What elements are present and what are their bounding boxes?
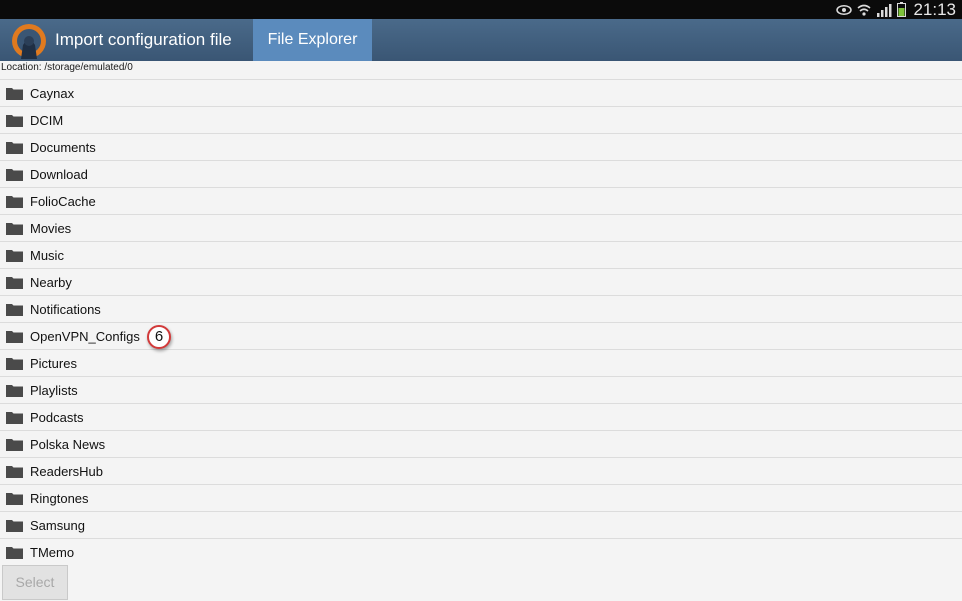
folder-item[interactable]: Music [0, 242, 962, 269]
status-bar: 21:13 [0, 0, 962, 19]
folder-icon [6, 168, 23, 181]
folder-icon [6, 249, 23, 262]
folder-name: Movies [30, 220, 72, 236]
folder-item[interactable]: Download [0, 161, 962, 188]
folder-name: Caynax [30, 85, 75, 101]
folder-name: Polska News [30, 436, 106, 452]
folder-item[interactable]: DCIM [0, 107, 962, 134]
select-button[interactable]: Select [2, 565, 68, 600]
folder-icon [6, 411, 23, 424]
folder-icon [6, 114, 23, 127]
folder-name: Notifications [30, 301, 101, 317]
battery-icon [897, 2, 907, 17]
folder-item[interactable]: ReadersHub [0, 458, 962, 485]
folder-item[interactable]: Samsung [0, 512, 962, 539]
folder-icon [6, 141, 23, 154]
folder-name: ReadersHub [30, 463, 103, 479]
tab-file-explorer[interactable]: File Explorer [253, 19, 372, 61]
folder-item[interactable]: Ringtones [0, 485, 962, 512]
folder-name: Documents [30, 139, 96, 155]
folder-list-container[interactable]: Books Caynax DCIM Documents Download FolioCac… [0, 64, 962, 565]
folder-name: DCIM [30, 112, 64, 128]
signal-icon [877, 3, 892, 17]
folder-icon [6, 195, 23, 208]
folder-item[interactable]: Nearby [0, 269, 962, 296]
folder-icon [6, 546, 23, 559]
folder-item[interactable]: Documents [0, 134, 962, 161]
folder-icon [6, 222, 23, 235]
folder-icon [6, 438, 23, 451]
folder-name: Playlists [30, 382, 78, 398]
status-icons: 21:13 [836, 0, 956, 19]
folder-item[interactable]: FolioCache [0, 188, 962, 215]
folder-name: OpenVPN_Configs [30, 328, 140, 344]
folder-icon [6, 87, 23, 100]
folder-item[interactable]: TMemo [0, 539, 962, 565]
folder-item[interactable]: Books [0, 64, 962, 80]
folder-name: FolioCache [30, 193, 96, 209]
action-bar: Import configuration file File Explorer [0, 19, 962, 61]
folder-name: Music [30, 247, 64, 263]
openvpn-logo-icon[interactable] [11, 23, 47, 59]
folder-item[interactable]: Movies [0, 215, 962, 242]
folder-icon [6, 276, 23, 289]
eye-icon [836, 4, 853, 15]
folder-icon [6, 492, 23, 505]
folder-item[interactable]: Podcasts [0, 404, 962, 431]
folder-item[interactable]: Notifications [0, 296, 962, 323]
folder-icon [6, 384, 23, 397]
folder-name: Download [30, 166, 88, 182]
folder-list: Books Caynax DCIM Documents Download FolioCac… [0, 64, 962, 565]
folder-icon [6, 519, 23, 532]
folder-item[interactable]: Pictures [0, 350, 962, 377]
folder-item[interactable]: OpenVPN_Configs 6 [0, 323, 962, 350]
app-title: Import configuration file [55, 30, 232, 49]
folder-icon [6, 303, 23, 316]
folder-icon [6, 330, 23, 343]
folder-name: Nearby [30, 274, 72, 290]
folder-name: Ringtones [30, 490, 89, 506]
folder-name: Samsung [30, 517, 85, 533]
wifi-icon [857, 4, 871, 16]
folder-item[interactable]: Caynax [0, 80, 962, 107]
folder-item[interactable]: Polska News [0, 431, 962, 458]
status-clock: 21:13 [913, 0, 956, 19]
folder-name: TMemo [30, 544, 75, 560]
folder-icon [6, 465, 23, 478]
folder-name: Podcasts [30, 409, 84, 425]
folder-icon [6, 357, 23, 370]
step-callout-badge: 6 [147, 325, 171, 349]
folder-item[interactable]: Playlists [0, 377, 962, 404]
folder-name: Pictures [30, 355, 77, 371]
location-path: Location: /storage/emulated/0 [1, 62, 133, 74]
